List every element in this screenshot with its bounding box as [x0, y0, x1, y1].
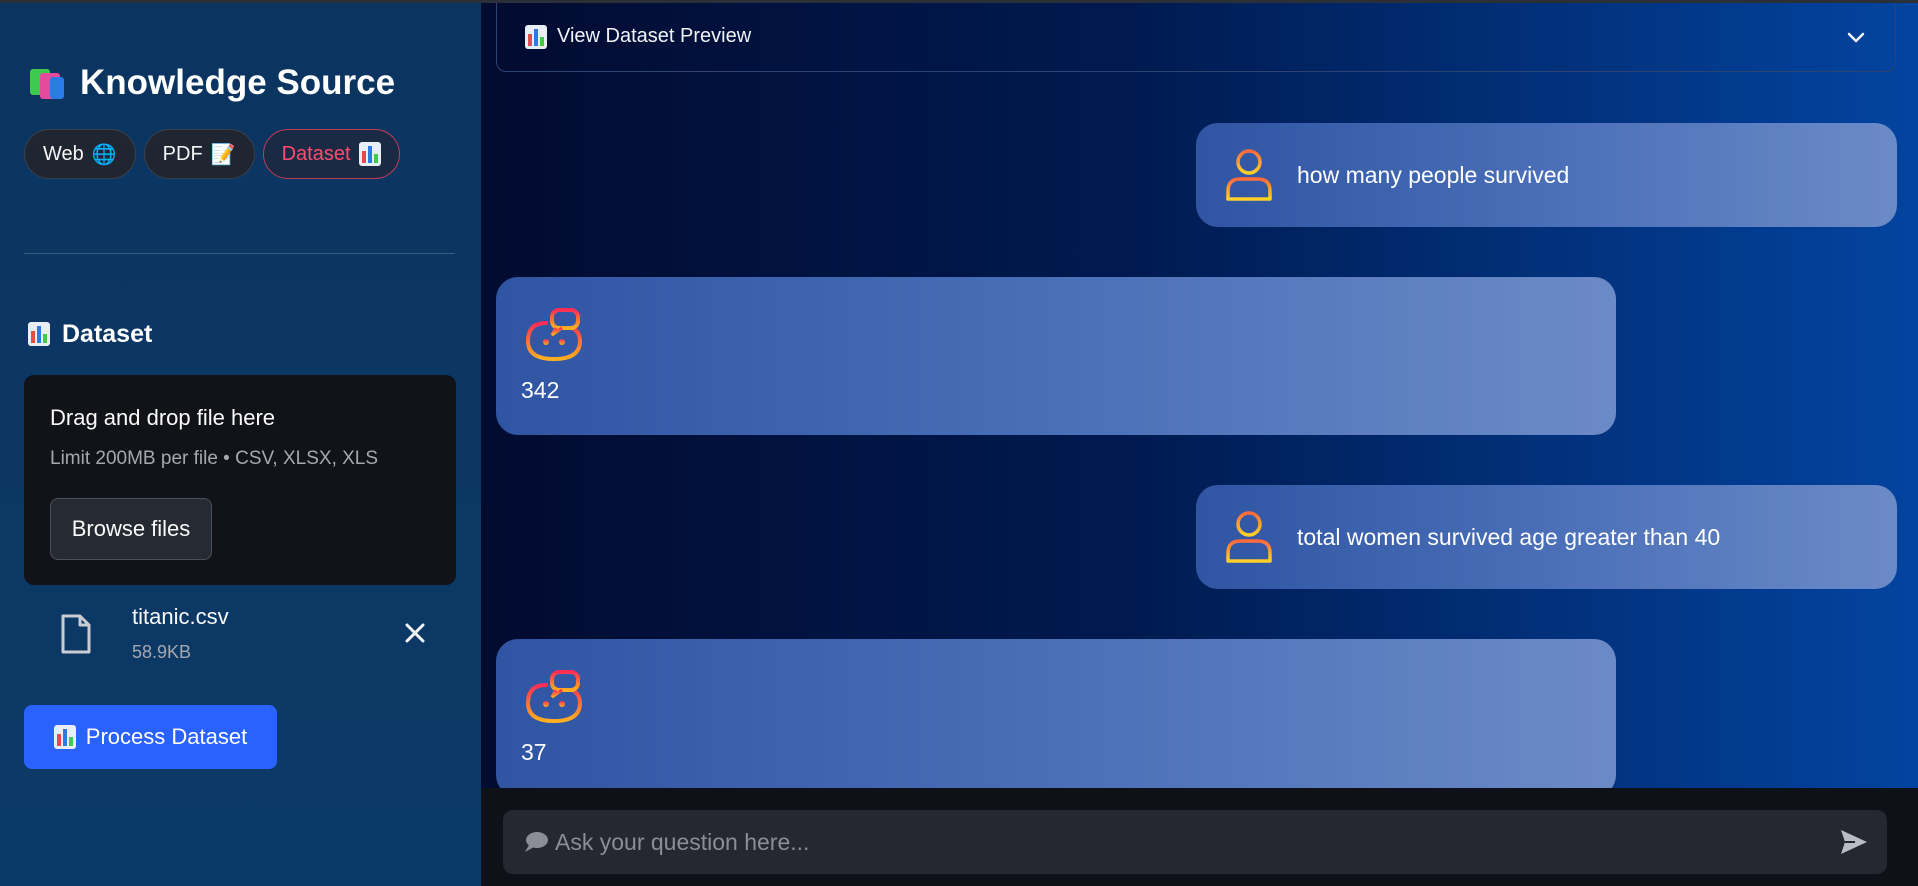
message-text: total women survived age greater than 40	[1297, 523, 1721, 550]
chat-message-assistant: 342	[496, 277, 1616, 435]
globe-icon: 🌐	[91, 143, 117, 166]
file-dropzone[interactable]: Drag and drop file here Limit 200MB per …	[24, 375, 456, 585]
books-icon	[28, 63, 70, 103]
tab-dataset-label: Dataset	[281, 142, 351, 165]
dropzone-title: Drag and drop file here	[50, 405, 276, 430]
speech-bubble-icon	[523, 830, 549, 859]
chat-input-container[interactable]	[503, 810, 1887, 874]
user-avatar-icon	[1224, 147, 1274, 208]
message-text: 37	[521, 739, 547, 765]
sidebar: Knowledge Source Web 🌐 PDF 📝 Dataset Dat…	[0, 0, 481, 886]
message-text: 342	[521, 377, 560, 403]
sidebar-title-text: Knowledge Source	[80, 63, 396, 102]
browse-files-button[interactable]: Browse files	[50, 498, 212, 560]
bot-avatar-icon	[522, 307, 586, 368]
file-icon	[60, 614, 92, 659]
expander-label: View Dataset Preview	[557, 25, 752, 47]
message-text: how many people survived	[1297, 161, 1570, 188]
tab-web-label: Web	[43, 142, 84, 165]
chevron-down-icon[interactable]	[1845, 26, 1867, 54]
bar-chart-icon	[28, 322, 50, 346]
user-avatar-icon	[1224, 509, 1274, 570]
chat-input-bar	[481, 788, 1918, 886]
file-name: titanic.csv	[132, 604, 229, 629]
close-icon[interactable]	[402, 620, 428, 651]
send-icon[interactable]	[1839, 828, 1869, 861]
top-border	[0, 0, 1918, 3]
process-dataset-button[interactable]: Process Dataset	[24, 705, 277, 769]
dropzone-limit: Limit 200MB per file • CSV, XLSX, XLS	[50, 448, 379, 469]
source-tabs: Web 🌐 PDF 📝 Dataset	[24, 129, 400, 179]
bar-chart-icon	[53, 725, 76, 749]
chat-message-user: total women survived age greater than 40	[1196, 485, 1897, 589]
dataset-preview-expander[interactable]: View Dataset Preview	[496, 2, 1896, 72]
tab-dataset[interactable]: Dataset	[262, 129, 400, 179]
section-heading-text: Dataset	[62, 319, 153, 348]
memo-icon: 📝	[210, 143, 236, 166]
file-size: 58.9KB	[132, 642, 192, 662]
tab-pdf[interactable]: PDF 📝	[143, 129, 255, 179]
chat-message-assistant: 37	[496, 639, 1616, 788]
section-heading: Dataset	[28, 316, 152, 352]
uploaded-file: titanic.csv 58.9KB	[24, 596, 456, 672]
bar-chart-icon	[525, 24, 547, 49]
tab-web[interactable]: Web 🌐	[24, 129, 136, 179]
bar-chart-icon	[358, 142, 381, 166]
sidebar-title: Knowledge Source	[28, 58, 395, 108]
process-dataset-label: Process Dataset	[85, 724, 248, 749]
chat-message-user: how many people survived	[1196, 123, 1897, 227]
bot-avatar-icon	[522, 669, 586, 730]
tab-pdf-label: PDF	[162, 142, 203, 165]
sidebar-divider	[24, 253, 455, 254]
chat-input[interactable]	[555, 810, 1795, 874]
chat-area: View Dataset Preview how many people sur…	[481, 0, 1918, 788]
